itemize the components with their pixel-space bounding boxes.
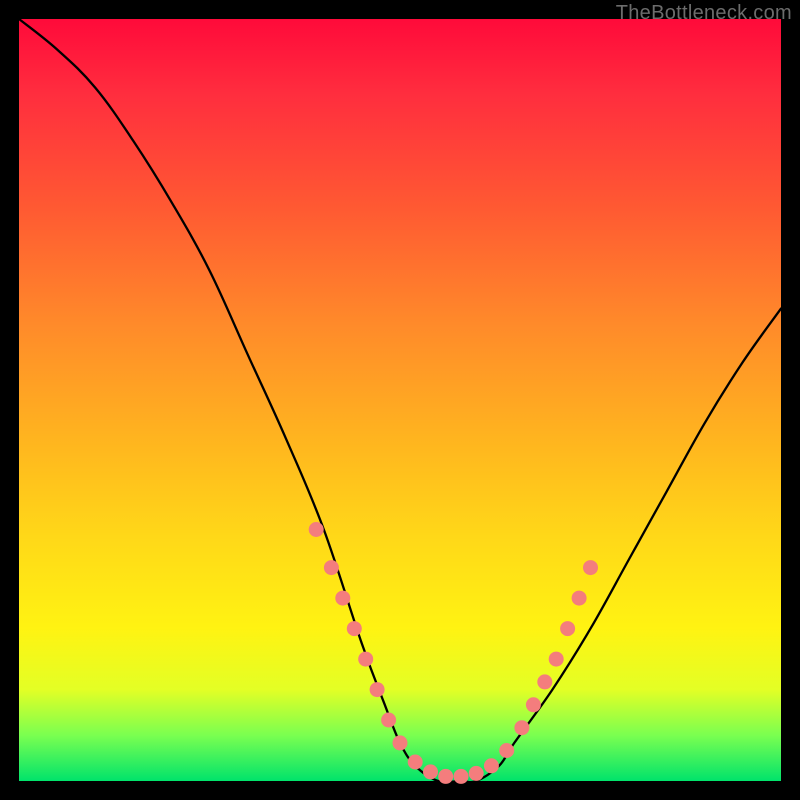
plot-area: [19, 19, 781, 781]
highlight-dot: [572, 591, 587, 606]
watermark-text: TheBottleneck.com: [616, 2, 792, 25]
highlight-dot: [381, 713, 396, 728]
highlight-dot: [526, 697, 541, 712]
highlight-dot: [484, 758, 499, 773]
highlight-dot: [537, 674, 552, 689]
highlight-dot: [469, 766, 484, 781]
bottleneck-curve-line: [19, 19, 781, 782]
highlight-dot: [408, 755, 423, 770]
highlight-dot: [309, 522, 324, 537]
chart-frame: TheBottleneck.com: [0, 0, 800, 800]
highlight-dot: [560, 621, 575, 636]
highlight-dot: [370, 682, 385, 697]
bottleneck-curve-svg: [19, 19, 781, 781]
highlight-dot: [499, 743, 514, 758]
highlight-dot: [324, 560, 339, 575]
highlight-dots-group: [309, 522, 598, 784]
highlight-dot: [423, 764, 438, 779]
highlight-dot: [583, 560, 598, 575]
highlight-dot: [393, 735, 408, 750]
highlight-dot: [335, 591, 350, 606]
highlight-dot: [358, 652, 373, 667]
highlight-dot: [347, 621, 362, 636]
highlight-dot: [549, 652, 564, 667]
highlight-dot: [438, 769, 453, 784]
highlight-dot: [514, 720, 529, 735]
highlight-dot: [454, 769, 469, 784]
